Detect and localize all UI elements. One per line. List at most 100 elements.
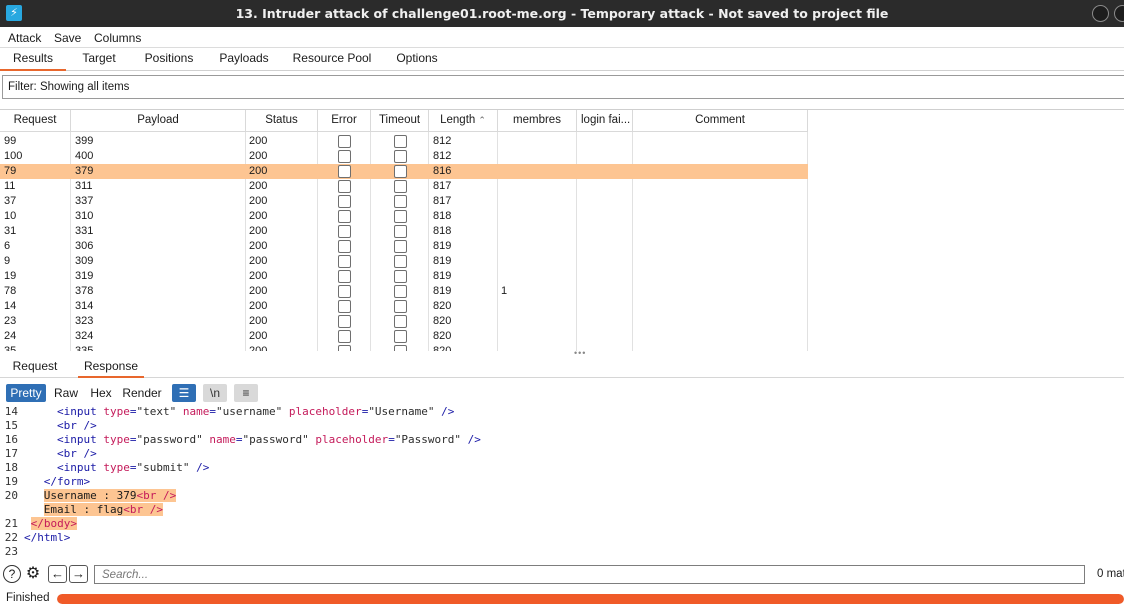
table-row[interactable]: 31 331 200 818 bbox=[0, 224, 808, 239]
cell-status: 200 bbox=[249, 195, 268, 207]
menu-save[interactable]: Save bbox=[54, 31, 81, 45]
timeout-checkbox bbox=[394, 150, 407, 163]
cell-status: 200 bbox=[249, 315, 268, 327]
code-token: type bbox=[103, 433, 130, 446]
newline-icon[interactable]: \n bbox=[203, 384, 227, 402]
code-token: "password" bbox=[136, 433, 210, 446]
code-line-content: <input type="submit" /> bbox=[57, 461, 209, 474]
next-arrow-icon[interactable]: → bbox=[69, 565, 88, 583]
menu-attack[interactable]: Attack bbox=[8, 31, 41, 45]
column-header-timeout[interactable]: Timeout bbox=[371, 110, 429, 132]
cell-length: 820 bbox=[433, 345, 452, 351]
line-number: 14 bbox=[4, 405, 18, 418]
code-token: "password" bbox=[242, 433, 316, 446]
close-button[interactable] bbox=[1114, 5, 1124, 22]
code-token: name bbox=[209, 433, 236, 446]
cell-length: 817 bbox=[433, 195, 452, 207]
table-row[interactable]: 19 319 200 819 bbox=[0, 269, 808, 284]
code-token: <input bbox=[57, 405, 104, 418]
table-row[interactable]: 6 306 200 819 bbox=[0, 239, 808, 254]
code-line: </html> bbox=[24, 531, 70, 545]
tab-request[interactable]: Request bbox=[6, 357, 64, 378]
error-checkbox bbox=[338, 300, 351, 313]
table-row[interactable]: 99 399 200 812 bbox=[0, 134, 808, 149]
table-row[interactable]: 35 335 200 820 bbox=[0, 344, 808, 351]
cell-request: 19 bbox=[4, 270, 17, 282]
cell-length: 812 bbox=[433, 135, 452, 147]
code-line-content: Email : flag<br /> bbox=[43, 503, 164, 516]
timeout-checkbox bbox=[394, 270, 407, 283]
view-hex-button[interactable]: Hex bbox=[86, 384, 116, 402]
table-row[interactable]: 10 310 200 818 bbox=[0, 209, 808, 224]
cell-payload: 379 bbox=[75, 165, 94, 177]
view-pretty-button[interactable]: Pretty bbox=[6, 384, 46, 402]
menu-columns[interactable]: Columns bbox=[94, 31, 141, 45]
code-token: placeholder bbox=[288, 405, 362, 418]
table-row[interactable]: 37 337 200 817 bbox=[0, 194, 808, 209]
tab-response[interactable]: Response bbox=[78, 357, 144, 378]
table-row[interactable]: 11 311 200 817 bbox=[0, 179, 808, 194]
tab-payloads[interactable]: Payloads bbox=[212, 48, 276, 71]
cell-status: 200 bbox=[249, 285, 268, 297]
cell-request: 99 bbox=[4, 135, 17, 147]
help-icon[interactable]: ? bbox=[3, 565, 21, 583]
table-header: Request Payload Status Error Timeout Len… bbox=[0, 110, 808, 132]
code-token: <br /> bbox=[123, 503, 164, 516]
cell-payload: 323 bbox=[75, 315, 94, 327]
tab-target[interactable]: Target bbox=[70, 48, 128, 71]
cell-request: 6 bbox=[4, 240, 11, 252]
table-row[interactable]: 79 379 200 816 bbox=[0, 164, 808, 179]
search-input[interactable] bbox=[94, 565, 1085, 584]
tab-results[interactable]: Results bbox=[0, 48, 66, 71]
code-line-content: <br /> bbox=[57, 447, 97, 460]
table-row[interactable]: 14 314 200 820 bbox=[0, 299, 808, 314]
cell-request: 100 bbox=[4, 150, 23, 162]
column-header-error[interactable]: Error bbox=[318, 110, 371, 132]
column-header-payload[interactable]: Payload bbox=[71, 110, 246, 132]
wrap-lines-icon[interactable]: ☰ bbox=[172, 384, 196, 402]
cell-length: 820 bbox=[433, 300, 452, 312]
cell-length: 817 bbox=[433, 180, 452, 192]
minimize-button[interactable] bbox=[1092, 5, 1109, 22]
code-token: <input bbox=[57, 433, 104, 446]
tab-options[interactable]: Options bbox=[388, 48, 446, 71]
cell-payload: 335 bbox=[75, 345, 94, 351]
table-row[interactable]: 9 309 200 819 bbox=[0, 254, 808, 269]
column-header-status[interactable]: Status bbox=[246, 110, 318, 132]
cell-payload: 324 bbox=[75, 330, 94, 342]
table-row[interactable]: 24 324 200 820 bbox=[0, 329, 808, 344]
cell-status: 200 bbox=[249, 240, 268, 252]
menu-icon[interactable]: ≡ bbox=[234, 384, 258, 402]
panel-splitter-handle[interactable]: ••• bbox=[574, 349, 588, 358]
response-code-view[interactable]: 14 <input type="text" name="username" pla… bbox=[0, 405, 1124, 558]
filter-bar[interactable]: Filter: Showing all items bbox=[2, 75, 1124, 99]
view-render-button[interactable]: Render bbox=[120, 384, 164, 402]
column-header-comment[interactable]: Comment bbox=[633, 110, 808, 132]
cell-length: 819 bbox=[433, 285, 452, 297]
previous-arrow-icon[interactable]: ← bbox=[48, 565, 67, 583]
table-row[interactable]: 100 400 200 812 bbox=[0, 149, 808, 164]
error-checkbox bbox=[338, 165, 351, 178]
code-line-content: <br /> bbox=[57, 419, 97, 432]
cell-payload: 314 bbox=[75, 300, 94, 312]
attack-tabs: Results Target Positions Payloads Resour… bbox=[0, 48, 1124, 71]
line-number: 16 bbox=[4, 433, 18, 446]
tab-resource-pool[interactable]: Resource Pool bbox=[290, 48, 374, 71]
code-line: <br /> bbox=[57, 419, 97, 433]
column-header-request[interactable]: Request bbox=[0, 110, 71, 132]
timeout-checkbox bbox=[394, 210, 407, 223]
column-header-membres[interactable]: membres bbox=[498, 110, 577, 132]
gear-icon[interactable]: ⚙ bbox=[24, 565, 42, 583]
timeout-checkbox bbox=[394, 225, 407, 238]
table-row[interactable]: 78 378 200 819 1 bbox=[0, 284, 808, 299]
cell-payload: 337 bbox=[75, 195, 94, 207]
cell-request: 14 bbox=[4, 300, 17, 312]
table-row[interactable]: 23 323 200 820 bbox=[0, 314, 808, 329]
timeout-checkbox bbox=[394, 135, 407, 148]
cell-length: 818 bbox=[433, 225, 452, 237]
line-number: 22 bbox=[4, 531, 18, 544]
tab-positions[interactable]: Positions bbox=[136, 48, 202, 71]
view-raw-button[interactable]: Raw bbox=[50, 384, 82, 402]
column-header-length[interactable]: Length ⌃ bbox=[429, 110, 498, 132]
column-header-login-failed[interactable]: login fai... bbox=[577, 110, 633, 132]
